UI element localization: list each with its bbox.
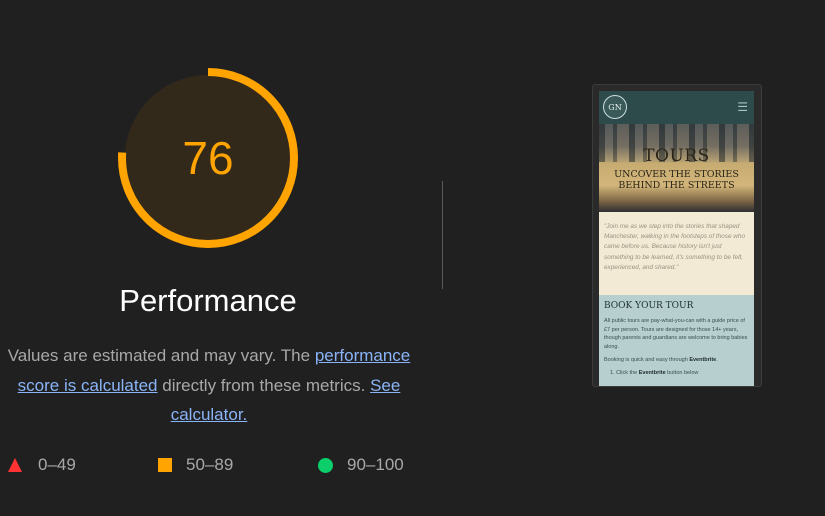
legend-average-label: 50–89 [186,455,234,474]
hamburger-icon: ☰ [737,100,748,114]
preview-quote: "Join me as we step into the stories tha… [599,212,754,295]
book-step1-prefix: 1. Click the [610,369,639,376]
legend-average: 50–89 [158,455,233,475]
book-paragraph-1: All public tours are pay-what-you-can wi… [604,318,748,350]
hero-title: TOURS [643,146,710,166]
legend-pass: 90–100 [318,455,404,475]
description-text-1: Values are estimated and may vary. The [7,346,315,365]
performance-gauge: 76 [117,67,299,249]
hero-subtitle: UNCOVER THE STORIES BEHIND THE STREETS [599,169,754,191]
circle-icon [318,457,333,473]
score-description: Values are estimated and may vary. The p… [0,341,418,430]
description-text-2: directly from these metrics. [157,375,371,395]
performance-score: 76 [182,132,234,184]
book-step1-suffix: button below [665,369,699,376]
legend-pass-label: 90–100 [347,455,404,474]
book-step-1: 1. Click the Eventbrite button below [604,370,749,376]
book-title: BOOK YOUR TOUR [604,301,694,311]
preview-book-section: BOOK YOUR TOUR All public tours are pay-… [599,295,754,386]
final-screenshot-thumbnail[interactable]: GN ☰ TOURS UNCOVER THE STORIES BEHIND TH… [592,84,762,387]
hero-subtitle-line1: UNCOVER THE STORIES [614,169,739,180]
preview-navbar: GN ☰ [599,91,754,124]
divider [442,181,443,289]
legend-fail: 0–49 [8,455,76,475]
lighthouse-report: 76 Performance Values are estimated and … [0,0,825,516]
legend-fail-label: 0–49 [38,455,76,474]
book-para2-suffix: . [716,357,718,363]
book-para2-prefix: Booking is quick and easy through [604,357,690,363]
book-step1-link: Eventbrite [638,369,666,376]
site-logo: GN [603,95,627,119]
hero-subtitle-line2: BEHIND THE STREETS [618,180,735,191]
preview-hero: TOURS UNCOVER THE STORIES BEHIND THE STR… [599,124,754,212]
book-paragraph-2: Booking is quick and easy through Eventb… [604,356,749,365]
category-title: Performance [119,283,297,318]
page-preview: GN ☰ TOURS UNCOVER THE STORIES BEHIND TH… [599,91,754,386]
score-legend: 0–49 50–89 90–100 [0,455,430,481]
triangle-icon [8,458,22,472]
eventbrite-link: Eventbrite [689,357,717,363]
square-icon [158,458,172,472]
